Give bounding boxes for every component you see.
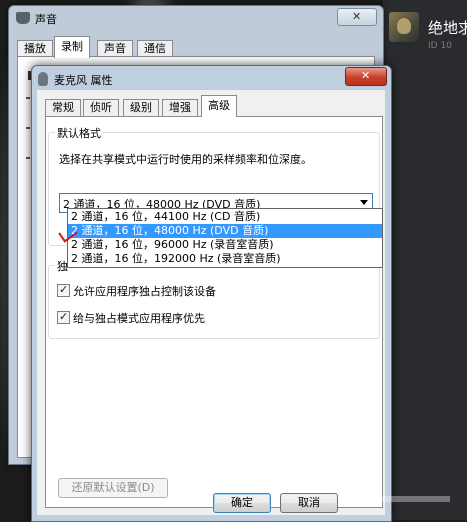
tab-playback[interactable]: 播放 <box>17 40 53 57</box>
sample-rate-dropdown-list: 2 通道，16 位，44100 Hz (CD 音质) 2 通道，16 位，480… <box>67 208 383 268</box>
watermark-logo <box>349 489 450 507</box>
sound-window-titlebar[interactable]: 声音 ✕ <box>9 6 383 28</box>
properties-client-area: 常规 侦听 级别 增强 高级 默认格式 选择在共享模式中运行时使用的采样频率和位… <box>37 90 385 515</box>
chevron-down-icon[interactable] <box>360 200 368 205</box>
tab-advanced[interactable]: 高级 <box>201 95 237 117</box>
restore-defaults-button[interactable]: 还原默认设置(D) <box>58 478 168 498</box>
checkmark-icon: ✓ <box>59 283 69 296</box>
tab-recording[interactable]: 录制 <box>54 36 90 58</box>
exclusive-priority-checkbox[interactable]: ✓ <box>57 310 70 324</box>
tab-listen[interactable]: 侦听 <box>83 99 119 116</box>
partial-text <box>26 157 30 159</box>
sample-rate-option[interactable]: 2 通道，16 位，192000 Hz (录音室音质) <box>68 252 382 266</box>
exclusive-priority-label[interactable]: 给与独占模式应用程序优先 <box>73 310 205 326</box>
close-icon: ✕ <box>361 69 371 82</box>
tab-general[interactable]: 常规 <box>45 99 81 116</box>
advanced-panel: 默认格式 选择在共享模式中运行时使用的采样频率和位深度。 2 通道，16 位，4… <box>45 116 383 508</box>
microphone-properties-window: 麦克风 属性 ✕ 常规 侦听 级别 增强 高级 默认格式 选择在共享模式中运行时… <box>31 65 392 522</box>
properties-close-button[interactable]: ✕ <box>345 67 387 86</box>
sound-window-title: 声音 <box>35 13 57 26</box>
tab-communications[interactable]: 通信 <box>137 40 173 57</box>
exclusive-mode-group: 独 ✓ 允许应用程序独占控制该设备 ✓ 给与独占模式应用程序优先 <box>48 258 380 339</box>
microphone-icon <box>38 72 48 86</box>
game-title[interactable]: 绝地求 <box>428 17 467 38</box>
allow-exclusive-checkbox[interactable]: ✓ <box>57 283 70 297</box>
sample-rate-option[interactable]: 2 通道，16 位，44100 Hz (CD 音质) <box>68 210 382 224</box>
checkmark-icon: ✓ <box>59 310 69 323</box>
sound-window-close-button[interactable]: ✕ <box>337 8 377 26</box>
game-panel <box>383 0 467 520</box>
tab-levels[interactable]: 级别 <box>123 99 159 116</box>
ok-button[interactable]: 确定 <box>213 493 271 513</box>
tab-enhancements[interactable]: 增强 <box>162 99 198 116</box>
default-format-label: 默认格式 <box>55 125 103 141</box>
allow-exclusive-label[interactable]: 允许应用程序独占控制该设备 <box>73 283 216 299</box>
partial-text <box>26 127 30 129</box>
game-id: ID 10 <box>428 41 452 51</box>
properties-titlebar[interactable]: 麦克风 属性 ✕ <box>32 66 391 90</box>
game-avatar-icon[interactable] <box>389 12 419 42</box>
close-icon: ✕ <box>352 10 362 23</box>
cancel-button[interactable]: 取消 <box>280 493 338 513</box>
default-format-description: 选择在共享模式中运行时使用的采样频率和位深度。 <box>59 153 312 166</box>
sample-rate-option[interactable]: 2 通道，16 位，48000 Hz (DVD 音质) <box>68 224 382 238</box>
speaker-icon <box>16 12 30 24</box>
properties-title: 麦克风 属性 <box>54 74 113 87</box>
sample-rate-option[interactable]: 2 通道，16 位，96000 Hz (录音室音质) <box>68 238 382 252</box>
partial-text <box>26 97 30 99</box>
tab-sounds[interactable]: 声音 <box>97 40 133 57</box>
